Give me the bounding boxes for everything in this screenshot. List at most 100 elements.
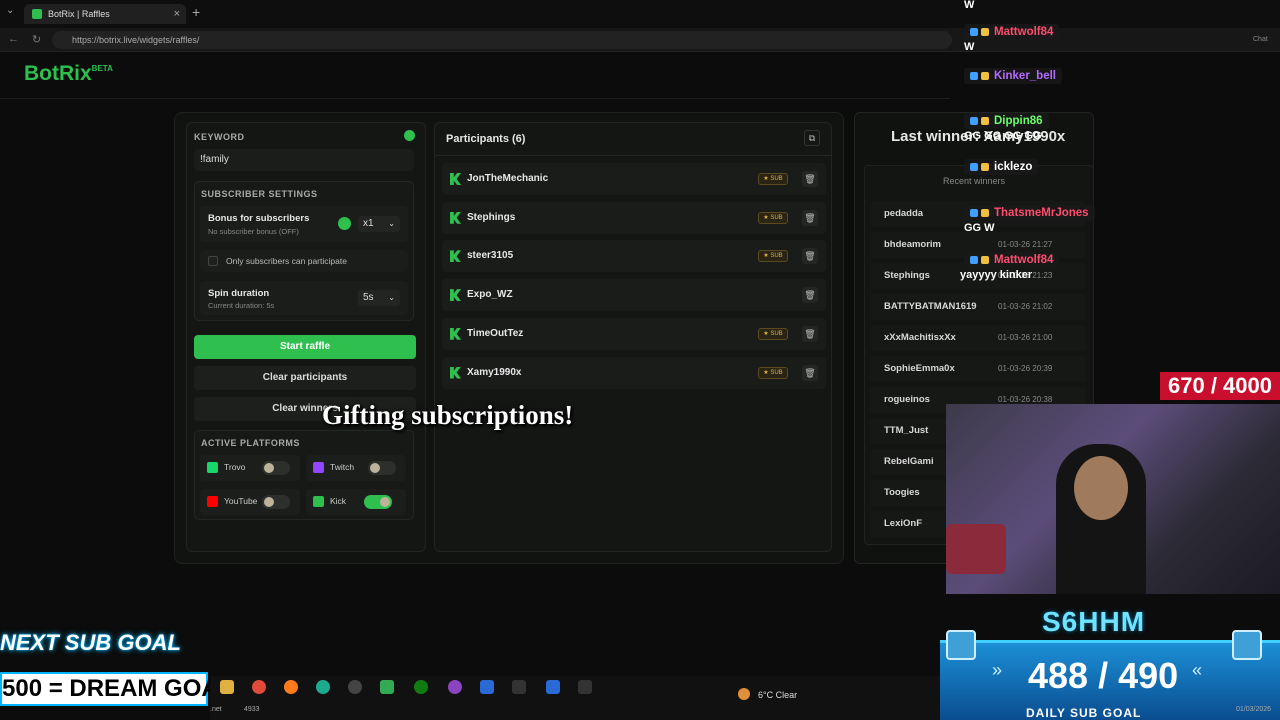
participant-name: Stephings	[467, 211, 516, 223]
back-icon[interactable]: ←	[8, 33, 19, 45]
copy-icon[interactable]: ⧉	[804, 130, 820, 146]
sub-badge: ★ SUB	[758, 211, 788, 224]
chat-badge-icon	[970, 209, 978, 217]
weather-text[interactable]: 6°C Clear	[758, 690, 797, 700]
participant-row[interactable]: Xamy1990x ★ SUB 🗑	[442, 356, 826, 389]
gift-icon	[946, 630, 976, 660]
streamer-face	[1074, 456, 1128, 520]
platform-twitch[interactable]: Twitch	[306, 455, 406, 481]
reload-icon[interactable]: ↻	[32, 33, 41, 46]
chat-badge-icon	[970, 117, 978, 125]
url-input[interactable]: https://botrix.live/widgets/raffles/	[52, 31, 952, 49]
kick-icon	[450, 366, 461, 379]
chat-badge-icon	[970, 256, 978, 264]
keyword-input[interactable]: !family	[194, 149, 414, 171]
toggle-knob	[264, 497, 274, 507]
platform-name: Trovo	[224, 462, 246, 472]
spin-subtitle: Current duration: 5s	[208, 301, 275, 310]
participant-row[interactable]: TimeOutTez ★ SUB 🗑	[442, 317, 826, 350]
new-tab-icon[interactable]: +	[192, 4, 200, 20]
platform-name: Twitch	[330, 462, 355, 472]
weather-icon	[738, 688, 750, 700]
app-icon[interactable]	[546, 680, 560, 694]
winner-date: 01-03-26 20:39	[998, 364, 1053, 373]
winner-name: xXxMachitisxXx	[884, 332, 956, 343]
firefox-icon[interactable]	[284, 680, 298, 694]
header-divider	[0, 98, 950, 99]
platform-trovo[interactable]: Trovo	[200, 455, 300, 481]
webcam-feed	[946, 404, 1280, 594]
chevron-down-icon: ⌄	[388, 219, 395, 228]
tab-menu-icon[interactable]: ⌄	[6, 5, 14, 16]
spin-title: Spin duration	[208, 288, 270, 299]
participant-row[interactable]: JonTheMechanic ★ SUB 🗑	[442, 163, 826, 195]
xbox-icon[interactable]	[414, 680, 428, 694]
app-icon[interactable]	[480, 680, 494, 694]
edge-icon[interactable]	[316, 680, 330, 694]
trash-icon[interactable]: 🗑	[802, 248, 818, 265]
participant-name: steer3105	[467, 250, 514, 262]
chat-username: Kinker_bell	[964, 68, 1062, 84]
chat-username: Mattwolf84	[964, 252, 1060, 268]
chevron-down-icon: ⌄	[388, 293, 395, 302]
kick-icon	[313, 496, 324, 507]
chat-button[interactable]: Chat	[1253, 36, 1268, 43]
trash-icon[interactable]: 🗑	[802, 325, 818, 342]
only-subs-label: Only subscribers can participate	[226, 256, 347, 266]
chair	[946, 524, 1006, 574]
sub-badge: ★ SUB	[758, 327, 788, 340]
chat-message: GG W	[964, 222, 995, 234]
chat-badge-icon	[981, 72, 989, 80]
kick-icon	[450, 211, 461, 224]
taskbar-left-text: .net	[210, 706, 222, 713]
trash-icon[interactable]: 🗑	[802, 287, 818, 304]
bonus-info-icon[interactable]	[338, 217, 351, 230]
obs-icon[interactable]	[448, 680, 462, 694]
winner-name: SophieEmma0x	[884, 363, 955, 374]
platform-kick[interactable]: Kick	[306, 489, 406, 515]
start-raffle-button[interactable]: Start raffle	[194, 335, 416, 359]
trash-icon[interactable]: 🗑	[802, 364, 818, 381]
bonus-multiplier-select[interactable]: x1 ⌄	[358, 216, 400, 232]
platform-toggle[interactable]	[368, 461, 396, 475]
winner-name: Stephings	[884, 270, 930, 281]
toggle-knob	[380, 497, 390, 507]
favicon-icon	[32, 9, 42, 19]
winner-row: xXxMachitisxXx 01-03-26 21:00	[870, 325, 1086, 351]
spin-duration-select[interactable]: 5s ⌄	[358, 290, 400, 306]
platform-toggle[interactable]	[364, 495, 392, 509]
app-icon[interactable]	[348, 680, 362, 694]
close-tab-icon[interactable]: ×	[174, 4, 180, 24]
chat-username: Dippin86	[964, 113, 1049, 129]
info-icon[interactable]	[404, 130, 415, 141]
only-subs-checkbox[interactable]	[208, 256, 218, 266]
gifting-alert: Gifting subscriptions!	[322, 400, 574, 430]
app-icon[interactable]	[380, 680, 394, 694]
file-explorer-icon[interactable]	[220, 680, 234, 694]
chat-badge-icon	[981, 28, 989, 36]
participant-name: Xamy1990x	[467, 366, 522, 378]
platforms-label: ACTIVE PLATFORMS	[201, 438, 300, 448]
trash-icon[interactable]: 🗑	[802, 171, 818, 187]
participants-title: Participants (6)	[446, 133, 526, 145]
toggle-knob	[370, 463, 380, 473]
participant-row[interactable]: Stephings ★ SUB 🗑	[442, 201, 826, 234]
chat-badge-icon	[981, 209, 989, 217]
call-of-duty-icon[interactable]	[578, 680, 592, 694]
participant-row[interactable]: steer3105 ★ SUB 🗑	[442, 240, 826, 273]
platform-youtube[interactable]: YouTube	[200, 489, 300, 515]
platform-toggle[interactable]	[262, 495, 290, 509]
platform-name: YouTube	[224, 496, 258, 506]
trovo-icon	[207, 462, 218, 473]
kick-icon	[450, 327, 461, 340]
youtube-icon	[207, 496, 218, 507]
clear-participants-button[interactable]: Clear participants	[194, 366, 416, 390]
chat-badge-icon	[981, 117, 989, 125]
browser-tab[interactable]: BotRix | Raffles ×	[24, 4, 186, 24]
app-icon[interactable]	[512, 680, 526, 694]
chrome-icon[interactable]	[252, 680, 266, 694]
trash-icon[interactable]: 🗑	[802, 209, 818, 226]
participant-row[interactable]: Expo_WZ 🗑	[442, 279, 826, 312]
dream-goal-text: 500 = DREAM GOAL	[2, 675, 234, 702]
platform-toggle[interactable]	[262, 461, 290, 475]
